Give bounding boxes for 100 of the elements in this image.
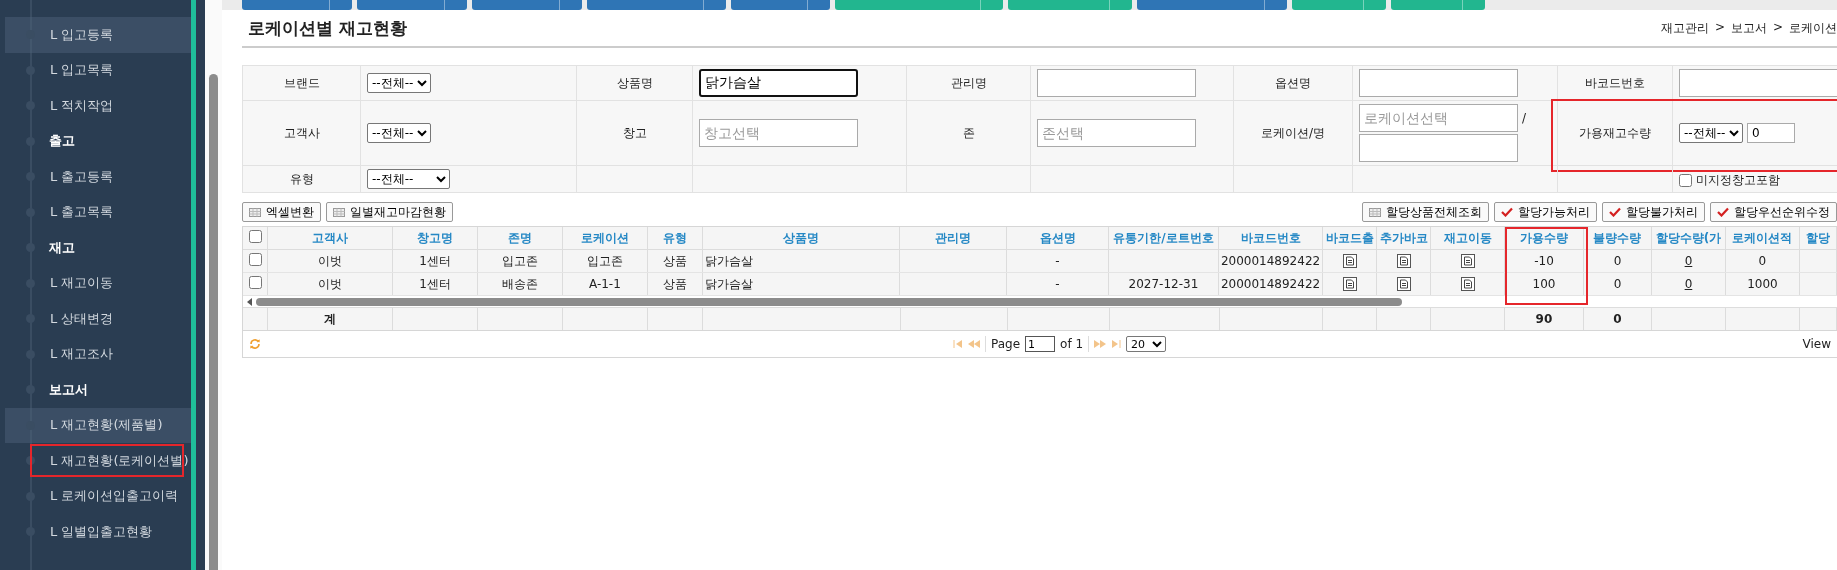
select-all-checkbox[interactable]	[248, 230, 262, 243]
column-header[interactable]: 유형	[647, 227, 703, 250]
text-field[interactable]: 존선택	[1037, 119, 1196, 147]
column-header[interactable]: 바코드출	[1322, 227, 1377, 250]
breadcrumb-item: >	[1772, 19, 1783, 36]
action-button[interactable]: 엑셀변환	[242, 202, 321, 222]
table-cell: 0	[1613, 277, 1622, 291]
sidebar-item[interactable]: L 일별입출고현황	[5, 514, 191, 550]
table-cell: 100	[1532, 277, 1556, 291]
refresh-icon[interactable]	[249, 338, 261, 350]
checkmark-icon	[1717, 207, 1729, 217]
document-icon[interactable]	[1460, 254, 1475, 269]
document-icon[interactable]	[1342, 277, 1357, 292]
separator-text: /	[1522, 111, 1527, 125]
column-header[interactable]: 유통기한/로트번호	[1108, 227, 1219, 250]
sidebar-item[interactable]: 출고	[5, 123, 191, 159]
quantity-link[interactable]: 0	[1684, 277, 1693, 291]
filter-label: 고객사	[283, 124, 320, 142]
sidebar-item[interactable]: L 입고등록	[5, 17, 191, 53]
sidebar-item[interactable]: L 재고현황(제품별)	[5, 407, 191, 443]
page-size-dropdown[interactable]: 20	[1126, 336, 1167, 352]
filter-label: 유형	[289, 170, 314, 188]
scrollbar-thumb[interactable]	[209, 74, 218, 570]
column-header[interactable]: 할당	[1799, 227, 1837, 250]
text-field[interactable]	[1359, 134, 1518, 162]
sidebar-item[interactable]: L 재고조사	[5, 336, 191, 372]
sidebar-item[interactable]: L 출고등록	[5, 159, 191, 195]
table-cell: 상품	[662, 253, 687, 268]
filter-label: 관리명	[950, 74, 987, 92]
sidebar-item[interactable]: L 상태변경	[5, 301, 191, 337]
dropdown[interactable]: --전체--	[367, 73, 431, 93]
document-icon[interactable]	[1396, 277, 1411, 292]
text-field[interactable]	[1679, 69, 1837, 97]
scroll-left-icon[interactable]	[247, 297, 252, 306]
action-button[interactable]: 할당우선순위수정	[1710, 202, 1837, 222]
column-header[interactable]: 할당수량(가	[1651, 227, 1726, 250]
row-checkbox[interactable]	[248, 276, 262, 289]
column-header[interactable]: 존명	[477, 227, 563, 250]
last-page-icon[interactable]	[1111, 340, 1122, 348]
next-page-icon[interactable]	[1094, 340, 1107, 348]
quantity-link[interactable]: 0	[1684, 254, 1693, 268]
text-field[interactable]: 로케이션선택	[1359, 104, 1518, 132]
dropdown[interactable]: --전체--	[367, 169, 450, 189]
table-cell: 입고존	[502, 253, 538, 268]
checkbox-label: 미지정창고포함	[1696, 171, 1780, 189]
text-field[interactable]: 닭가슴살	[699, 69, 858, 97]
table-cell: -	[1055, 277, 1060, 291]
page-count: of 1	[1060, 337, 1084, 351]
total-cell: 90	[1535, 312, 1553, 326]
table-cell: -	[1055, 254, 1060, 268]
first-page-icon[interactable]	[953, 340, 963, 348]
action-button[interactable]: 할당불가처리	[1602, 202, 1705, 222]
breadcrumb-item: 재고관리	[1660, 19, 1709, 37]
table-cell: 닭가슴살	[704, 253, 753, 268]
text-field[interactable]	[1359, 69, 1518, 97]
action-button[interactable]: 일별재고마감현황	[326, 202, 453, 222]
table-cell: 2000014892422	[1220, 254, 1321, 268]
sidebar-item[interactable]: L 출고목록	[5, 194, 191, 230]
column-header[interactable]: 상품명	[702, 227, 900, 250]
column-header[interactable]: 로케이션적	[1725, 227, 1800, 250]
sidebar-item[interactable]: 재고	[5, 230, 191, 266]
breadcrumb-item: 로케이션	[1789, 19, 1837, 37]
sidebar-item[interactable]: L 입고목록	[5, 52, 191, 88]
column-header[interactable]: 불량수량	[1583, 227, 1652, 250]
previous-page-icon[interactable]	[968, 340, 980, 348]
total-cell: 0	[1613, 312, 1622, 326]
checkmark-icon	[1609, 207, 1621, 217]
document-icon[interactable]	[1460, 277, 1475, 292]
filter-label: 창고	[622, 124, 647, 142]
action-button[interactable]: 할당가능처리	[1494, 202, 1597, 222]
table-cell: 이벗	[318, 253, 343, 268]
page-title: 로케이션별 재고현황	[248, 16, 407, 40]
text-field[interactable]: 창고선택	[699, 119, 858, 147]
sidebar-item[interactable]: L 적치작업	[5, 88, 191, 124]
sidebar-item[interactable]: L 로케이션입출고이력	[5, 478, 191, 514]
dot-icon	[26, 456, 35, 466]
column-header[interactable]: 재고이동	[1430, 227, 1505, 250]
dropdown[interactable]: --전체--	[1679, 123, 1743, 143]
text-field[interactable]	[1037, 69, 1196, 97]
dropdown[interactable]: --전체--	[367, 123, 431, 143]
sidebar-item[interactable]: L 재고이동	[5, 265, 191, 301]
column-header[interactable]: 로케이션	[562, 227, 648, 250]
checkbox[interactable]	[1679, 173, 1692, 187]
column-header[interactable]: 추가바코	[1376, 227, 1431, 250]
sidebar-item[interactable]: 보고서	[5, 372, 191, 408]
quantity-field[interactable]: 0	[1747, 123, 1795, 143]
column-header[interactable]: 바코드번호	[1218, 227, 1323, 250]
action-button[interactable]: 할당상품전체조회	[1362, 202, 1489, 222]
document-icon[interactable]	[1396, 254, 1411, 269]
column-header[interactable]: 고객사	[267, 227, 393, 250]
page-field[interactable]: 1	[1025, 336, 1056, 352]
column-header[interactable]: 옵션명	[1006, 227, 1109, 250]
filter-label: 로케이션/명	[1260, 124, 1325, 142]
table-icon	[249, 207, 261, 217]
total-cell: 계	[324, 311, 337, 326]
document-icon[interactable]	[1342, 254, 1357, 269]
column-header[interactable]: 관리명	[899, 227, 1007, 250]
column-header[interactable]: 창고명	[392, 227, 478, 250]
scrollbar-thumb[interactable]	[256, 297, 1402, 306]
row-checkbox[interactable]	[248, 253, 262, 266]
